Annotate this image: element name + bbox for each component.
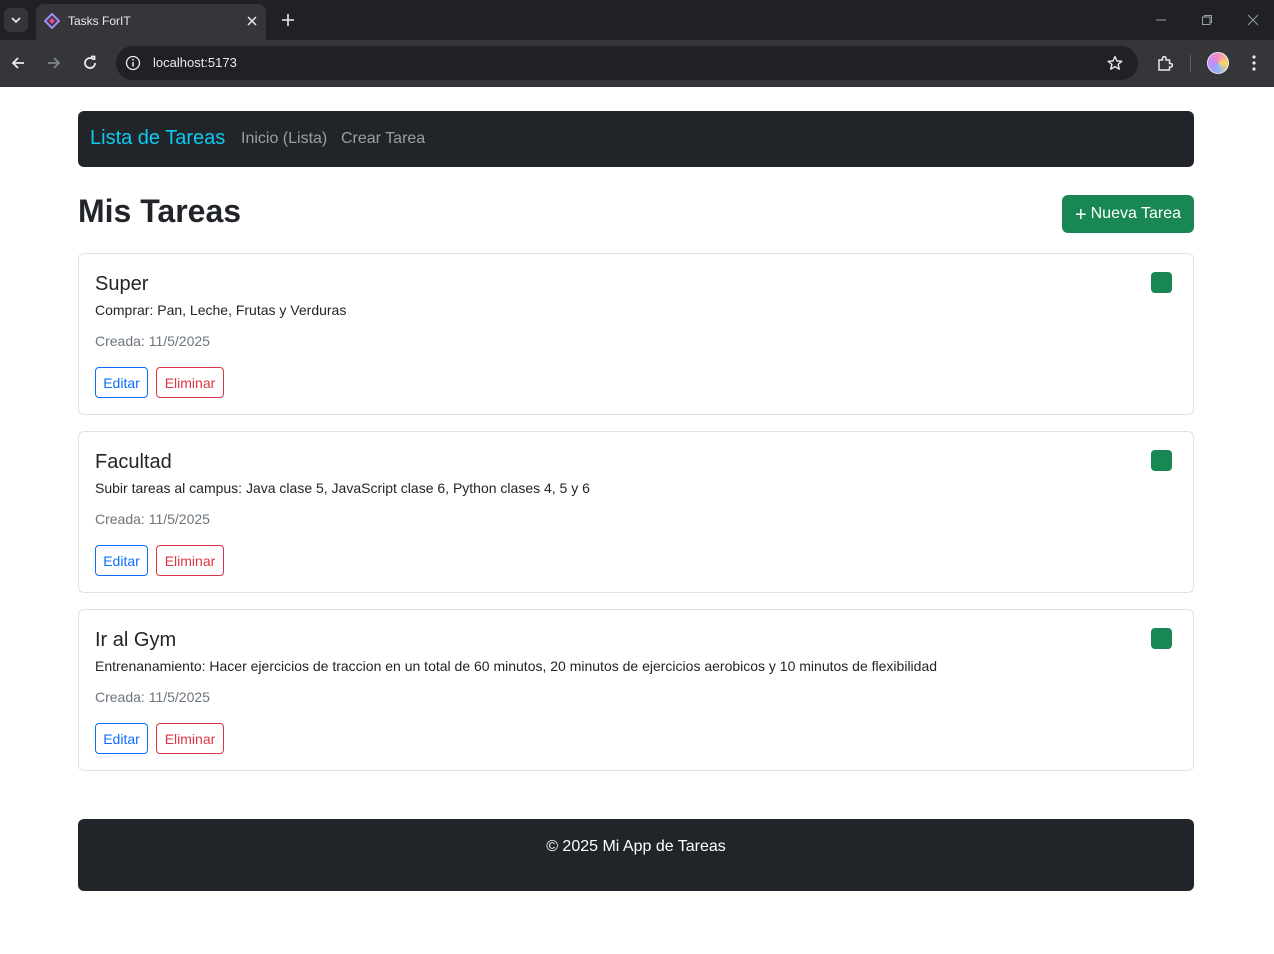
tab-title: Tasks ForIT	[68, 14, 131, 28]
task-card: Facultad Subir tareas al campus: Java cl…	[78, 431, 1194, 593]
browser-toolbar: localhost:5173	[0, 40, 1274, 87]
app-footer: © 2025 Mi App de Tareas	[78, 819, 1194, 891]
delete-task-button[interactable]: Eliminar	[156, 545, 224, 576]
task-description: Entrenanamiento: Hacer ejercicios de tra…	[95, 658, 938, 674]
close-window-icon[interactable]	[1243, 10, 1263, 30]
page-title: Mis Tareas	[78, 193, 242, 229]
site-info-icon[interactable]	[124, 54, 142, 72]
edit-task-button[interactable]: Editar	[95, 545, 148, 576]
back-arrow-icon[interactable]	[7, 52, 29, 74]
extensions-puzzle-icon[interactable]	[1154, 52, 1176, 74]
task-status-checkbox[interactable]	[1151, 628, 1172, 649]
page-content: Lista de Tareas Inicio (Lista) Crear Tar…	[0, 87, 1274, 954]
new-task-button[interactable]: + Nueva Tarea	[1062, 195, 1194, 233]
app-navbar: Lista de Tareas Inicio (Lista) Crear Tar…	[78, 111, 1194, 167]
task-status-checkbox[interactable]	[1151, 272, 1172, 293]
restore-icon[interactable]	[1197, 10, 1217, 30]
task-title: Super	[95, 273, 149, 295]
browser-tab-bar: Tasks ForIT	[0, 0, 1274, 40]
nav-link-crear-tarea[interactable]: Crear Tarea	[341, 130, 425, 148]
new-task-button-label: Nueva Tarea	[1090, 205, 1182, 222]
toolbar-divider	[1190, 55, 1191, 72]
footer-text: © 2025 Mi App de Tareas	[546, 838, 726, 855]
bookmark-star-icon[interactable]	[1106, 54, 1124, 72]
task-created-date: Creada: 11/5/2025	[95, 689, 210, 705]
tab-search-button[interactable]	[4, 8, 28, 32]
task-card: Super Comprar: Pan, Leche, Frutas y Verd…	[78, 253, 1194, 415]
edit-task-button[interactable]: Editar	[95, 367, 148, 398]
task-created-date: Creada: 11/5/2025	[95, 511, 210, 527]
task-title: Facultad	[95, 451, 172, 473]
task-title: Ir al Gym	[95, 629, 177, 651]
reload-icon[interactable]	[79, 52, 101, 74]
task-card: Ir al Gym Entrenanamiento: Hacer ejercic…	[78, 609, 1194, 771]
forward-arrow-icon[interactable]	[43, 52, 65, 74]
plus-icon: +	[1074, 203, 1087, 226]
profile-avatar[interactable]	[1207, 52, 1229, 74]
edit-task-button[interactable]: Editar	[95, 723, 148, 754]
task-description: Subir tareas al campus: Java clase 5, Ja…	[95, 480, 590, 496]
navbar-brand[interactable]: Lista de Tareas	[90, 127, 225, 150]
new-tab-icon[interactable]	[278, 10, 298, 30]
delete-task-button[interactable]: Eliminar	[156, 723, 224, 754]
browser-tab[interactable]: Tasks ForIT	[36, 4, 266, 40]
address-bar[interactable]: localhost:5173	[116, 46, 1138, 80]
delete-task-button[interactable]: Eliminar	[156, 367, 224, 398]
task-status-checkbox[interactable]	[1151, 450, 1172, 471]
chevron-down-icon	[11, 17, 21, 24]
minimize-icon[interactable]	[1151, 10, 1171, 30]
app-favicon-icon	[44, 13, 60, 29]
kebab-menu-icon[interactable]	[1244, 52, 1264, 74]
tab-close-icon[interactable]	[244, 13, 260, 29]
task-description: Comprar: Pan, Leche, Frutas y Verduras	[95, 302, 347, 318]
nav-link-inicio[interactable]: Inicio (Lista)	[241, 130, 327, 148]
task-created-date: Creada: 11/5/2025	[95, 333, 210, 349]
url-text: localhost:5173	[153, 55, 237, 70]
